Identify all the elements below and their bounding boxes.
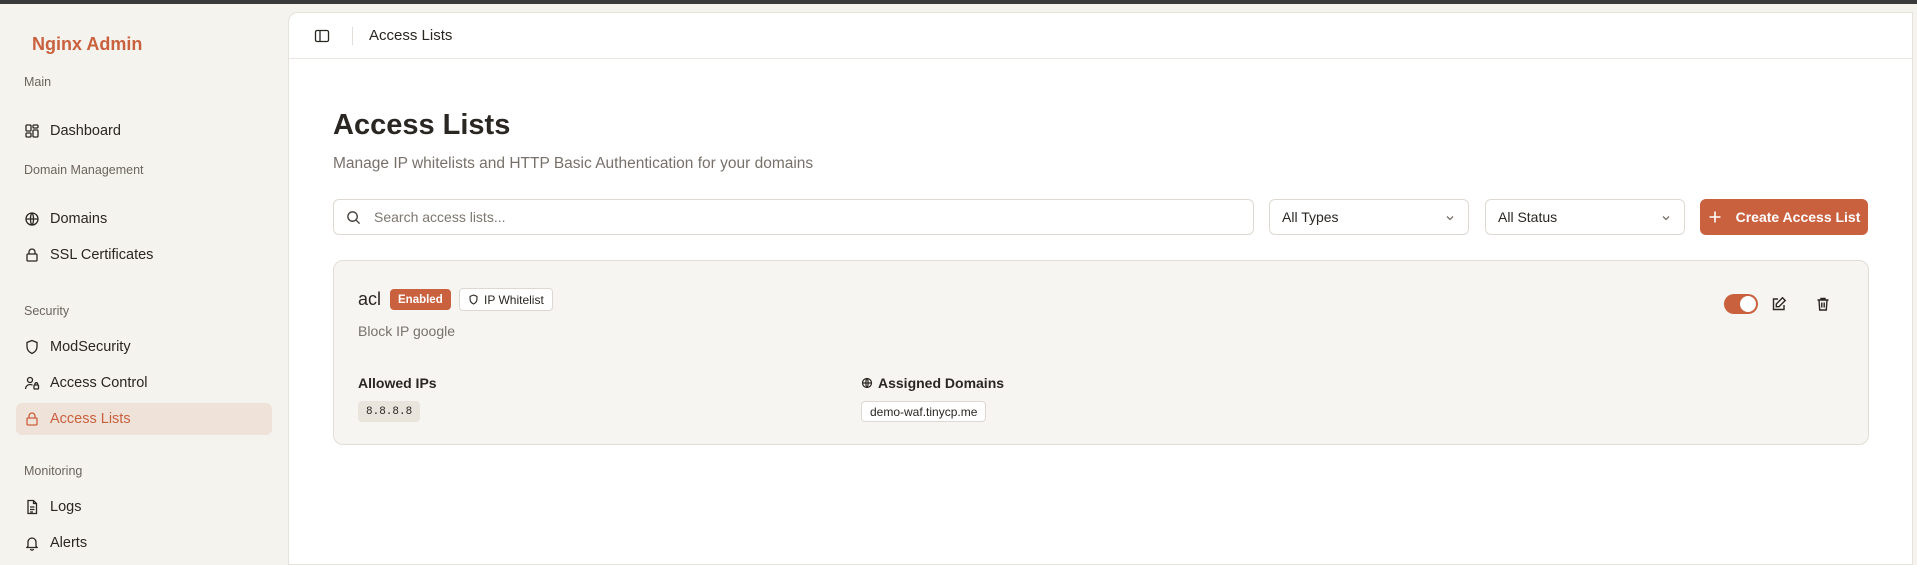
sidebar-group-main: Main [24,75,52,89]
sidebar-item-modsecurity[interactable]: ModSecurity [16,331,272,363]
brand-title: Nginx Admin [32,34,143,54]
main-panel: Access Lists Access Lists Manage IP whit… [288,12,1913,565]
globe-icon [861,377,873,389]
sidebar-group-security: Security [24,304,70,318]
sidebar-item-label: Alerts [50,535,88,551]
chevron-down-icon [1662,216,1670,221]
sidebar-item-logs[interactable]: Logs [16,491,272,523]
sidebar-item-label: Logs [50,499,82,515]
allowed-ips-title: Allowed IPs [358,375,437,391]
sidebar-item-access-control[interactable]: Access Control [16,367,272,399]
breadcrumb: Access Lists [369,27,453,44]
search-box [333,199,1254,235]
sidebar-item-alerts[interactable]: Alerts [16,527,272,559]
sidebar-item-label: Access Lists [50,411,131,427]
user-lock-icon [24,376,40,390]
page-subtitle: Manage IP whitelists and HTTP Basic Auth… [333,155,814,172]
dashboard-icon [25,124,39,138]
create-access-list-button[interactable]: Create Access List [1700,199,1868,235]
sidebar-item-label: Access Control [50,375,148,391]
plus-icon [1709,211,1721,223]
sidebar-item-label: ModSecurity [50,339,131,355]
chevron-down-icon [1446,216,1454,221]
create-access-list-label: Create Access List [1735,209,1861,225]
bell-icon [25,537,39,551]
ip-chip: 8.8.8.8 [358,401,421,422]
sidebar-item-label: SSL Certificates [50,247,154,263]
type-filter-select[interactable]: All Types [1269,199,1469,235]
type-badge-label: IP Whitelist [484,292,544,307]
search-icon [347,211,361,225]
status-filter-value: All Status [1498,209,1558,225]
page-header: Access Lists [289,13,1912,59]
delete-button[interactable] [1812,293,1834,315]
access-list-name: acl [358,289,382,309]
lock-icon [26,248,38,262]
globe-icon [25,212,39,226]
sidebar-toggle-icon[interactable] [314,28,330,44]
sidebar-item-domains[interactable]: Domains [16,203,272,235]
allowed-ips-label: Allowed IPs [358,375,437,391]
shield-icon [469,294,478,305]
enable-toggle[interactable] [1724,294,1758,314]
type-badge: IP Whitelist [459,288,553,311]
shield-icon [26,339,38,355]
window-top-border [0,0,1917,4]
edit-button[interactable] [1768,293,1790,315]
sidebar-item-dashboard[interactable]: Dashboard [16,115,272,147]
lock-icon [26,412,38,426]
sidebar-group-domain-management: Domain Management [24,163,144,177]
assigned-domains-label: Assigned Domains [878,375,1005,391]
page-title: Access Lists [333,109,511,141]
sidebar-item-label: Dashboard [50,123,121,139]
sidebar-item-access-lists[interactable]: Access Lists [16,403,272,435]
access-list-card: acl Enabled IP Whitelist Block IP google… [333,260,1869,445]
sidebar-item-ssl-certificates[interactable]: SSL Certificates [16,239,272,271]
sidebar-group-monitoring: Monitoring [24,464,83,478]
assigned-domains-title: Assigned Domains [861,375,1004,391]
trash-icon [1817,297,1829,311]
header-separator [352,27,353,45]
search-input[interactable] [374,200,1234,234]
sidebar-item-label: Domains [50,211,108,227]
type-filter-value: All Types [1282,209,1339,225]
status-badge: Enabled [390,289,451,310]
sidebar: Nginx Admin Main Dashboard Domain Manage… [0,4,287,565]
status-filter-select[interactable]: All Status [1485,199,1685,235]
edit-icon [1772,296,1787,311]
access-list-description: Block IP google [358,323,456,339]
domain-chip: demo-waf.tinycp.me [861,401,987,422]
toggle-knob [1740,296,1756,312]
file-text-icon [27,499,38,515]
